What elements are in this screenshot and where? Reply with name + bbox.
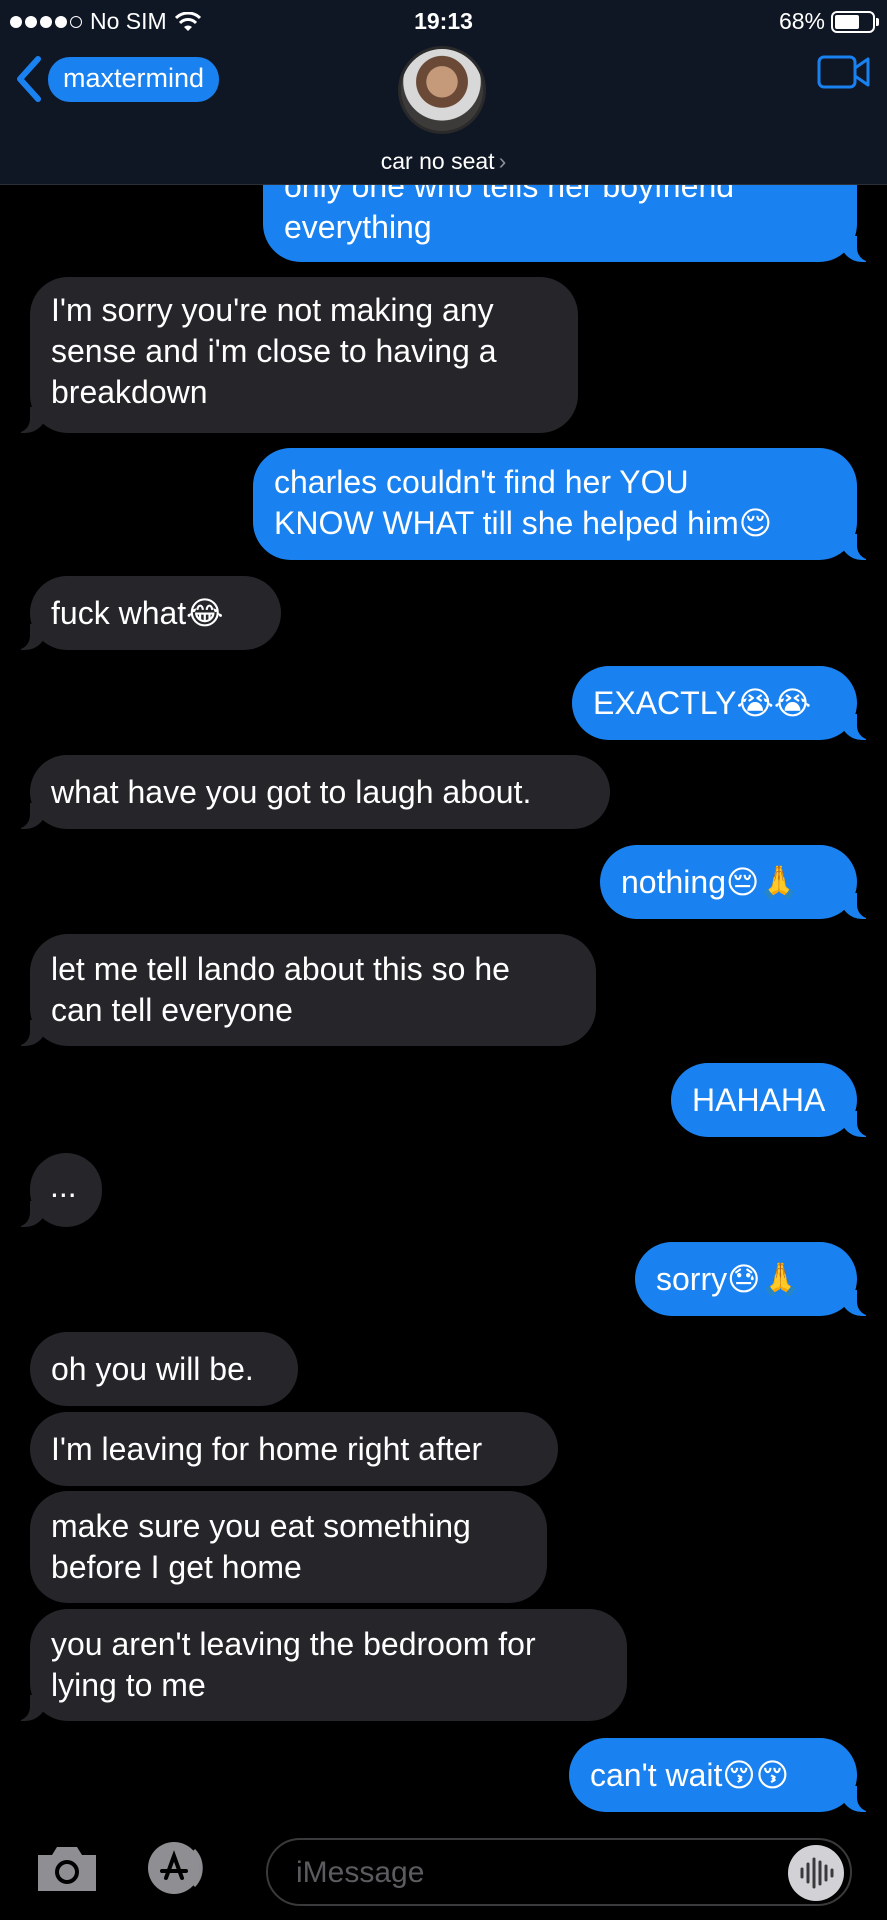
message-bubble-incoming[interactable]: I'm sorry you're not making any sense an… — [8, 277, 578, 433]
back-button[interactable]: maxtermind — [14, 56, 220, 102]
camera-icon[interactable] — [34, 1843, 100, 1893]
avatar[interactable] — [398, 46, 486, 134]
message-bubble-incoming[interactable]: I'm leaving for home right after — [30, 1412, 558, 1486]
message-bubble-outgoing[interactable]: EXACTLY😭😭 — [572, 666, 879, 740]
back-contact-label: maxtermind — [48, 56, 220, 102]
back-chevron-icon — [17, 56, 41, 102]
input-bar — [0, 1812, 887, 1920]
message-bubble-incoming[interactable]: fuck what😂 — [8, 576, 281, 650]
conversation-header: No SIM 19:13 68% maxtermind car no seat › — [0, 0, 887, 185]
message-bubble-incoming[interactable]: what have you got to laugh about. — [8, 755, 610, 829]
message-bubble-incoming[interactable]: make sure you eat something before I get… — [30, 1491, 547, 1603]
message-bubble-incoming[interactable]: oh you will be. — [30, 1332, 298, 1406]
message-input[interactable] — [294, 1850, 738, 1896]
message-bubble-outgoing[interactable]: charles couldn't find her YOU KNOW WHAT … — [253, 448, 879, 560]
audio-waveform-icon — [800, 1857, 834, 1889]
app-store-icon[interactable] — [146, 1840, 224, 1896]
message-bubble-incoming[interactable]: you aren't leaving the bedroom for lying… — [8, 1609, 627, 1721]
clock: 19:13 — [414, 8, 473, 34]
message-bubble-incoming[interactable]: ... — [8, 1153, 102, 1227]
contact-subtitle: car no seat — [380, 148, 495, 174]
message-thread[interactable]: only one who tells her boyfriend everyth… — [0, 0, 887, 1920]
message-bubble-outgoing[interactable]: nothing😔🙏 — [600, 845, 879, 919]
status-bar: No SIM 19:13 68% — [0, 0, 887, 44]
message-bubble-outgoing[interactable]: HAHAHA — [671, 1063, 879, 1137]
status-right: 68% — [778, 8, 879, 35]
contact-name-button[interactable]: car no seat › — [0, 148, 887, 175]
video-camera-icon[interactable] — [817, 54, 871, 90]
chevron-right-icon: › — [498, 148, 507, 174]
message-bubble-outgoing[interactable]: sorry😓🙏 — [635, 1242, 879, 1316]
battery-percent: 68% — [778, 8, 825, 34]
audio-record-button[interactable] — [788, 1845, 844, 1901]
message-bubble-incoming[interactable]: let me tell lando about this so he can t… — [8, 934, 596, 1046]
battery-icon — [831, 10, 879, 33]
message-bubble-outgoing[interactable]: can't wait😚😚 — [569, 1738, 879, 1812]
message-input-field[interactable] — [266, 1838, 852, 1906]
